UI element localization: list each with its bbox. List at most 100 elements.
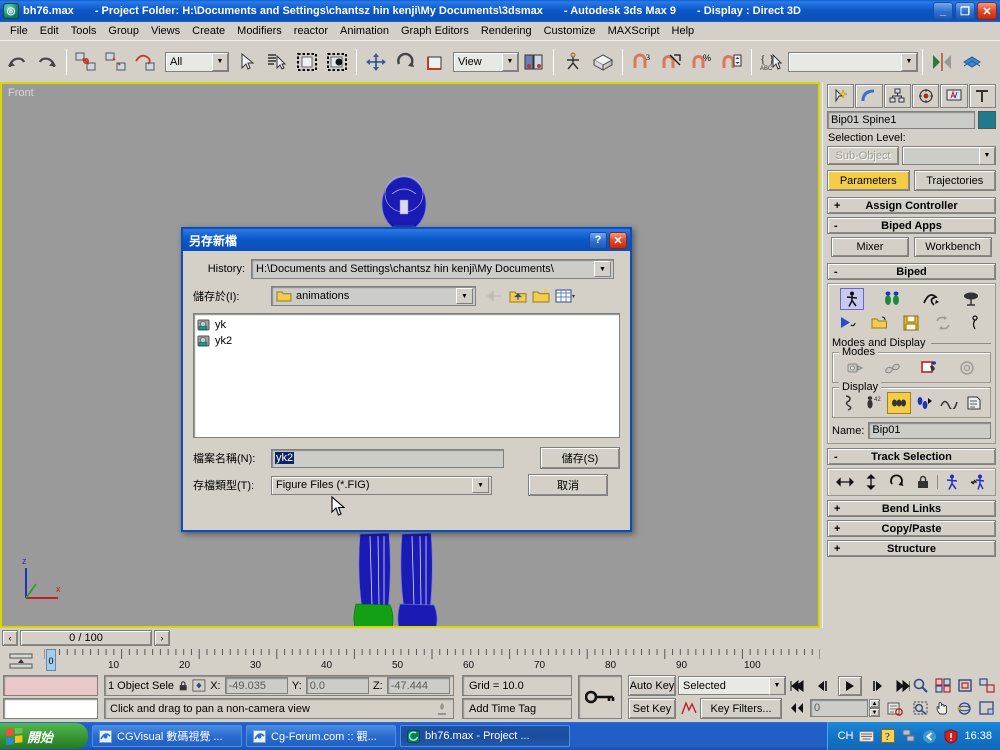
chevron-down-icon[interactable]: ▼ <box>502 52 518 71</box>
menu-item-help[interactable]: Help <box>666 24 701 38</box>
time-slider-handle[interactable]: 0 / 100 <box>20 630 152 646</box>
display-tab-icon[interactable] <box>940 84 968 108</box>
menu-item-rendering[interactable]: Rendering <box>475 24 538 38</box>
parameters-button[interactable]: Parameters <box>827 170 910 191</box>
selection-set-combo[interactable]: Selected ▼ <box>678 676 786 695</box>
utilities-tab-icon[interactable] <box>968 84 996 108</box>
rollup-biped[interactable]: - Biped <box>827 263 996 280</box>
zoom-extents-all-icon[interactable] <box>976 676 997 695</box>
save-as-dialog[interactable]: 另存新檔 ? ✕ History: H:\Documents and Setti… <box>181 227 632 532</box>
key-filters-button[interactable]: Key Filters... <box>700 698 782 719</box>
auto-key-button[interactable]: Auto Key <box>628 675 676 696</box>
select-link-icon[interactable] <box>72 47 100 76</box>
select-object-icon[interactable] <box>233 47 261 76</box>
maxscript-listener-output[interactable] <box>3 675 98 696</box>
taskbar-item-cgvisual[interactable]: CGVisual 數碼視覺 ... <box>92 725 242 747</box>
go-to-start-icon[interactable] <box>786 677 808 695</box>
menu-item-edit[interactable]: Edit <box>34 24 65 38</box>
figure-mode-icon[interactable] <box>839 288 864 310</box>
clock[interactable]: 16:38 <box>964 730 992 742</box>
open-mini-curve-editor-icon[interactable] <box>8 651 34 671</box>
footstep-mode-icon[interactable] <box>880 288 904 310</box>
menu-item-modifiers[interactable]: Modifiers <box>231 24 288 38</box>
align-icon[interactable] <box>589 47 617 76</box>
key-mode-toggle-icon[interactable] <box>578 675 622 719</box>
list-item[interactable]: yk <box>197 317 616 333</box>
key-mode-icon[interactable] <box>786 699 808 717</box>
footstep-numbers-icon[interactable] <box>912 392 936 414</box>
use-pivot-center-icon[interactable] <box>520 47 548 76</box>
taskbar-item-3dsmax[interactable]: bh76.max - Project ... <box>400 725 570 747</box>
spinner-snap-icon[interactable] <box>718 47 746 76</box>
trajectories-icon[interactable] <box>937 392 961 414</box>
menu-item-tools[interactable]: Tools <box>65 24 103 38</box>
mirror-flip-icon[interactable] <box>928 47 956 76</box>
move-all-mode-icon[interactable] <box>963 312 987 334</box>
frame-spinner[interactable]: ▲ ▼ <box>869 699 880 717</box>
bones-display-icon[interactable] <box>837 392 861 414</box>
load-motion-icon[interactable] <box>836 312 860 334</box>
keyboard-icon[interactable] <box>859 729 875 744</box>
save-in-combo[interactable]: animations ▼ <box>271 286 476 306</box>
symmetrical-tracks-icon[interactable] <box>940 471 964 493</box>
create-new-folder-icon[interactable] <box>532 288 550 304</box>
maxscript-listener-input[interactable] <box>3 698 98 719</box>
create-tab-icon[interactable] <box>827 84 855 108</box>
body-rotation-icon[interactable] <box>885 471 909 493</box>
rollup-structure[interactable]: + Structure <box>827 540 996 557</box>
rubber-band-mode-icon[interactable] <box>881 357 905 379</box>
previous-frame-icon[interactable] <box>812 677 834 695</box>
angle-snap-icon[interactable] <box>658 47 686 76</box>
file-list[interactable]: yk yk2 <box>193 313 620 438</box>
language-indicator[interactable]: CH <box>838 730 854 742</box>
dialog-close-button[interactable]: ✕ <box>609 231 627 249</box>
filetype-combo[interactable]: Figure Files (*.FIG) ▼ <box>271 475 492 495</box>
workbench-button[interactable]: Workbench <box>914 237 992 257</box>
mirror-icon[interactable] <box>559 47 587 76</box>
back-arrow-icon[interactable] <box>922 728 938 744</box>
current-frame-field[interactable]: 0 <box>810 699 868 717</box>
menu-item-customize[interactable]: Customize <box>538 24 602 38</box>
rollup-bend-links[interactable]: + Bend Links <box>827 500 996 517</box>
add-time-tag-button[interactable]: Add Time Tag <box>462 698 572 719</box>
named-selection-sets-combo[interactable]: ▼ <box>788 51 918 72</box>
sub-object-combo[interactable]: ▼ <box>902 146 996 165</box>
scale-stride-mode-icon[interactable] <box>918 357 942 379</box>
arc-rotate-icon[interactable] <box>954 698 975 718</box>
load-file-icon[interactable] <box>868 312 892 334</box>
bind-space-warp-icon[interactable] <box>132 47 160 76</box>
rollup-biped-apps[interactable]: - Biped Apps <box>827 217 996 234</box>
maximize-viewport-icon[interactable] <box>976 698 997 718</box>
object-color-swatch[interactable] <box>978 111 996 129</box>
layer-manager-icon[interactable] <box>958 47 986 76</box>
redo-icon[interactable] <box>33 47 61 76</box>
percent-snap-icon[interactable]: % <box>688 47 716 76</box>
network-icon[interactable] <box>901 729 916 744</box>
menu-item-views[interactable]: Views <box>145 24 186 38</box>
snap-3d-icon[interactable]: 3 <box>628 47 656 76</box>
rollup-track-selection[interactable]: - Track Selection <box>827 448 996 465</box>
in-place-mode-icon[interactable] <box>956 357 980 379</box>
reference-coordinate-combo[interactable]: View ▼ <box>453 51 519 72</box>
minimize-button[interactable]: _ <box>933 2 953 20</box>
views-icon[interactable] <box>555 288 577 304</box>
menu-item-graph-editors[interactable]: Graph Editors <box>395 24 475 38</box>
maximize-button[interactable]: ❐ <box>955 2 975 20</box>
mixer-button[interactable]: Mixer <box>831 237 909 257</box>
biped-name-field[interactable]: Bip01 <box>868 422 991 439</box>
menu-item-file[interactable]: File <box>4 24 34 38</box>
pan-view-icon[interactable] <box>932 698 953 718</box>
chevron-down-icon[interactable]: ▼ <box>456 288 473 304</box>
rollup-copy-paste[interactable]: + Copy/Paste <box>827 520 996 537</box>
taskbar-item-cgforum[interactable]: Cg-Forum.com :: 觀... <box>246 725 396 747</box>
spinner-down-icon[interactable]: ▼ <box>869 708 880 717</box>
set-key-button[interactable]: Set Key <box>628 698 676 719</box>
motion-flow-mode-icon[interactable] <box>919 288 943 310</box>
zoom-extents-icon[interactable] <box>954 676 975 695</box>
previous-frame-button[interactable]: ‹ <box>2 630 18 646</box>
filename-input[interactable]: yk2 <box>271 448 504 468</box>
close-button[interactable]: ✕ <box>977 2 997 20</box>
undo-icon[interactable] <box>3 47 31 76</box>
time-slider-track[interactable] <box>170 630 818 646</box>
select-rotate-icon[interactable] <box>392 47 420 76</box>
